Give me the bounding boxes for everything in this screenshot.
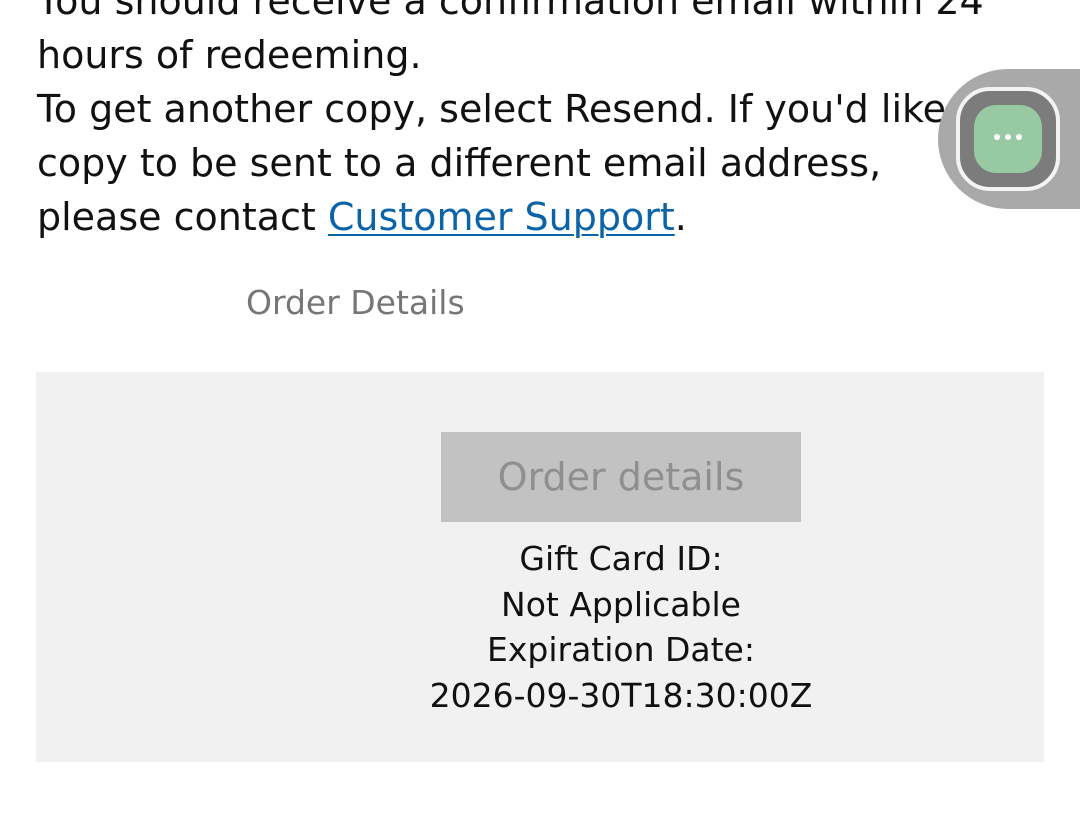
confirmation-message: You should receive a confirmation email … xyxy=(37,0,1047,244)
more-dots-icon xyxy=(974,105,1042,173)
order-details-button[interactable]: Order details xyxy=(441,432,801,522)
message-line-contact: please contact Customer Support. xyxy=(37,190,1047,244)
order-confirmation-page: You should receive a confirmation email … xyxy=(0,0,1080,822)
customer-support-link[interactable]: Customer Support xyxy=(328,195,675,239)
gift-card-id-label: Gift Card ID: xyxy=(519,539,723,578)
message-line: copy to be sent to a different email add… xyxy=(37,141,882,185)
expiration-date-label: Expiration Date: xyxy=(487,630,755,669)
expiration-date-value: 2026-09-30T18:30:00Z xyxy=(429,675,813,715)
order-details-heading: Order Details xyxy=(246,283,465,322)
contact-prefix: please contact xyxy=(37,195,328,239)
message-line: hours of redeeming. xyxy=(37,33,422,77)
contact-suffix: . xyxy=(674,195,687,239)
order-details-info: Gift Card ID: Not Applicable Expiration … xyxy=(36,536,1080,718)
order-details-panel: Order details Gift Card ID: Not Applicab… xyxy=(36,372,1044,762)
floating-menu-tab[interactable] xyxy=(938,69,1080,209)
dots-glyph xyxy=(974,134,1042,140)
message-line: You should receive a confirmation email … xyxy=(37,0,984,23)
message-line: To get another copy, select Resend. If y… xyxy=(37,87,982,131)
floating-menu-button[interactable] xyxy=(956,87,1060,191)
gift-card-id-value: Not Applicable xyxy=(501,584,741,624)
